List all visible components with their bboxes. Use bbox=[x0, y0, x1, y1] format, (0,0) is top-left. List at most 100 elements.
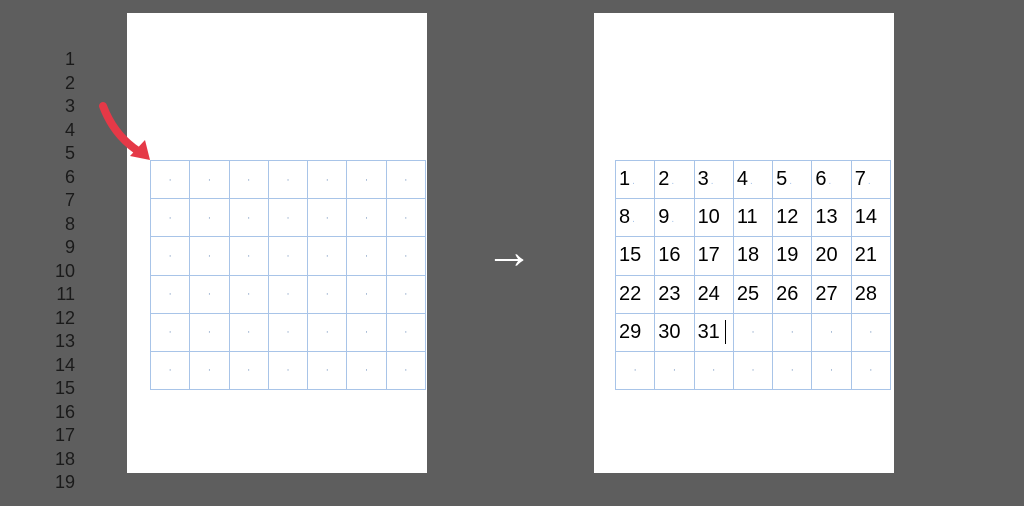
calendar-cell[interactable]: 4. bbox=[734, 161, 773, 199]
calendar-cell[interactable] bbox=[151, 314, 190, 352]
calendar-cell[interactable]: 17 bbox=[695, 237, 734, 275]
calendar-cell[interactable] bbox=[347, 314, 386, 352]
calendar-cell[interactable] bbox=[347, 199, 386, 237]
line-number: 4 bbox=[55, 121, 75, 139]
calendar-cell[interactable]: 20 bbox=[812, 237, 851, 275]
calendar-cell[interactable] bbox=[269, 352, 308, 390]
calendar-cell[interactable] bbox=[190, 237, 229, 275]
calendar-cell[interactable]: 10 bbox=[695, 199, 734, 237]
line-number: 3 bbox=[55, 97, 75, 115]
calendar-cell[interactable]: 2. bbox=[655, 161, 694, 199]
calendar-cell[interactable] bbox=[269, 237, 308, 275]
calendar-cell[interactable] bbox=[734, 352, 773, 390]
calendar-cell[interactable] bbox=[230, 237, 269, 275]
calendar-cell[interactable] bbox=[387, 199, 426, 237]
calendar-cell[interactable]: 31 bbox=[695, 314, 734, 352]
calendar-cell[interactable]: 24 bbox=[695, 276, 734, 314]
calendar-cell[interactable] bbox=[695, 352, 734, 390]
calendar-cell[interactable] bbox=[387, 161, 426, 199]
calendar-cell[interactable] bbox=[269, 314, 308, 352]
calendar-cell[interactable]: 19 bbox=[773, 237, 812, 275]
calendar-cell[interactable]: 21 bbox=[852, 237, 891, 275]
calendar-cell[interactable] bbox=[616, 352, 655, 390]
calendar-cell[interactable]: 23 bbox=[655, 276, 694, 314]
calendar-cell[interactable] bbox=[308, 161, 347, 199]
calendar-cell[interactable]: 1. bbox=[616, 161, 655, 199]
calendar-cell[interactable]: 16 bbox=[655, 237, 694, 275]
calendar-cell[interactable]: 18 bbox=[734, 237, 773, 275]
calendar-cell[interactable] bbox=[230, 276, 269, 314]
calendar-cell[interactable]: 25 bbox=[734, 276, 773, 314]
calendar-cell[interactable]: 9. bbox=[655, 199, 694, 237]
calendar-cell[interactable] bbox=[347, 352, 386, 390]
calendar-cell[interactable] bbox=[812, 352, 851, 390]
line-number: 1 bbox=[55, 50, 75, 68]
calendar-cell[interactable]: 12 bbox=[773, 199, 812, 237]
calendar-cell[interactable] bbox=[190, 276, 229, 314]
calendar-cell[interactable] bbox=[387, 314, 426, 352]
annotation-arrow-icon bbox=[95, 98, 175, 178]
calendar-cell[interactable] bbox=[230, 199, 269, 237]
line-number: 7 bbox=[55, 191, 75, 209]
line-number: 13 bbox=[55, 332, 75, 350]
calendar-cell[interactable]: 30 bbox=[655, 314, 694, 352]
calendar-cell[interactable] bbox=[852, 352, 891, 390]
calendar-cell[interactable] bbox=[269, 161, 308, 199]
calendar-cell[interactable]: 5. bbox=[773, 161, 812, 199]
calendar-cell[interactable] bbox=[230, 352, 269, 390]
line-number: 9 bbox=[55, 238, 75, 256]
calendar-cell[interactable] bbox=[308, 276, 347, 314]
calendar-cell[interactable] bbox=[190, 314, 229, 352]
calendar-cell[interactable] bbox=[151, 199, 190, 237]
calendar-cell[interactable] bbox=[387, 237, 426, 275]
line-number: 16 bbox=[55, 403, 75, 421]
calendar-cell[interactable]: 13 bbox=[812, 199, 851, 237]
calendar-cell[interactable] bbox=[773, 352, 812, 390]
calendar-cell[interactable] bbox=[190, 352, 229, 390]
calendar-cell[interactable] bbox=[151, 276, 190, 314]
line-number: 11 bbox=[55, 285, 75, 303]
transition-arrow-icon: → bbox=[485, 225, 533, 280]
calendar-cell[interactable]: 8. bbox=[616, 199, 655, 237]
calendar-cell[interactable] bbox=[655, 352, 694, 390]
calendar-cell[interactable] bbox=[151, 237, 190, 275]
calendar-cell[interactable]: 11 bbox=[734, 199, 773, 237]
calendar-cell[interactable] bbox=[269, 199, 308, 237]
calendar-grid-after: 1.2.3.4.5.6.7. 8.9.1011121314 151617181920… bbox=[615, 160, 891, 390]
calendar-cell[interactable] bbox=[151, 352, 190, 390]
calendar-cell[interactable]: 22 bbox=[616, 276, 655, 314]
calendar-cell[interactable] bbox=[347, 161, 386, 199]
calendar-cell[interactable] bbox=[734, 314, 773, 352]
calendar-cell[interactable] bbox=[308, 314, 347, 352]
calendar-cell[interactable] bbox=[190, 199, 229, 237]
line-number: 19 bbox=[55, 473, 75, 491]
calendar-cell[interactable]: 7. bbox=[852, 161, 891, 199]
calendar-cell[interactable] bbox=[230, 161, 269, 199]
calendar-cell[interactable] bbox=[773, 314, 812, 352]
calendar-cell[interactable] bbox=[852, 314, 891, 352]
calendar-cell[interactable]: 27 bbox=[812, 276, 851, 314]
calendar-cell[interactable] bbox=[812, 314, 851, 352]
calendar-cell[interactable] bbox=[269, 276, 308, 314]
calendar-cell[interactable] bbox=[347, 276, 386, 314]
calendar-cell[interactable]: 6. bbox=[812, 161, 851, 199]
line-number: 14 bbox=[55, 356, 75, 374]
line-number-gutter: 12345678910111213141516171819 bbox=[55, 50, 75, 491]
calendar-cell[interactable] bbox=[308, 199, 347, 237]
calendar-cell[interactable]: 26 bbox=[773, 276, 812, 314]
calendar-cell[interactable] bbox=[347, 237, 386, 275]
line-number: 6 bbox=[55, 168, 75, 186]
calendar-cell[interactable] bbox=[230, 314, 269, 352]
line-number: 15 bbox=[55, 379, 75, 397]
calendar-cell[interactable]: 28 bbox=[852, 276, 891, 314]
calendar-cell[interactable] bbox=[387, 352, 426, 390]
calendar-cell[interactable]: 14 bbox=[852, 199, 891, 237]
calendar-cell[interactable]: 15 bbox=[616, 237, 655, 275]
calendar-cell[interactable] bbox=[308, 237, 347, 275]
calendar-cell[interactable]: 29 bbox=[616, 314, 655, 352]
calendar-grid-before bbox=[150, 160, 426, 390]
calendar-cell[interactable]: 3. bbox=[695, 161, 734, 199]
calendar-cell[interactable] bbox=[190, 161, 229, 199]
calendar-cell[interactable] bbox=[387, 276, 426, 314]
calendar-cell[interactable] bbox=[308, 352, 347, 390]
